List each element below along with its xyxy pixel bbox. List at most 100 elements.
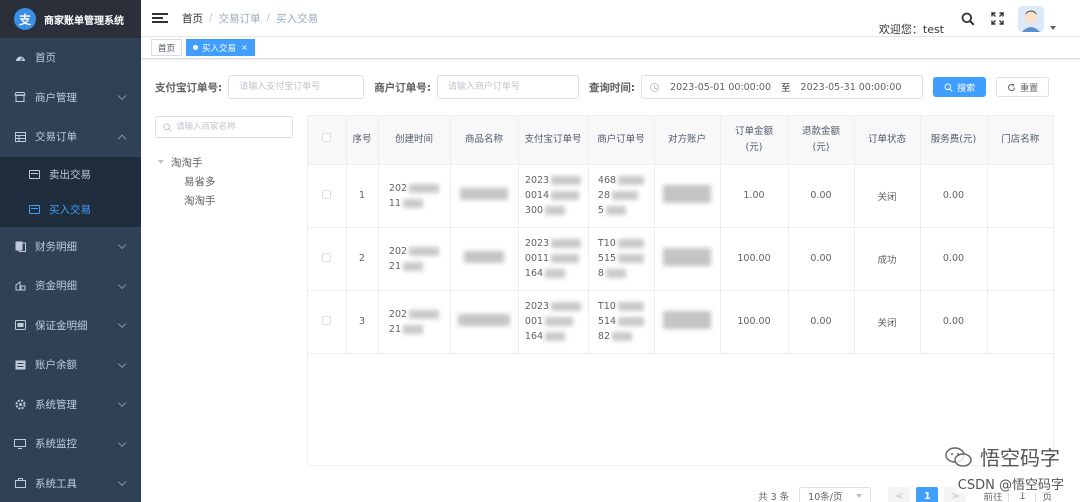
header-select-all[interactable] (308, 116, 347, 165)
checkbox[interactable] (322, 189, 332, 199)
redacted-text (409, 246, 440, 256)
submenu-trade-orders: 卖出交易 买入交易 (0, 156, 141, 227)
cell-order-amount: 1.00 (720, 164, 789, 228)
page-number[interactable]: 1 (916, 487, 939, 502)
sidebar-item-merchant[interactable]: 商户管理 (0, 78, 141, 118)
cell-order-status: 成功 (854, 227, 921, 291)
redacted-text (551, 239, 582, 248)
balance-icon (14, 359, 26, 371)
orders-table: 序号 创建时间 商品名称 支付宝订单号 商户订单号 对方账户 订单金额 (元) … (307, 115, 1054, 466)
tree-node-child[interactable]: 易省多 (158, 173, 216, 189)
row-checkbox-cell[interactable] (308, 290, 347, 354)
sidebar-item-deposit[interactable]: 保证金明细 (0, 306, 141, 346)
merchant-search-box[interactable] (155, 116, 293, 138)
range-separator: 至 (781, 83, 791, 94)
breadcrumb-buy-trade: 买入交易 (276, 12, 319, 25)
checkbox[interactable] (322, 315, 332, 325)
chevron-down-icon (117, 91, 127, 101)
checkbox[interactable] (322, 252, 332, 262)
breadcrumb: 首页 / 交易订单 / 买入交易 (182, 11, 318, 26)
monitor-icon (14, 438, 26, 450)
redacted-text (409, 183, 440, 193)
sidebar-item-trade-orders[interactable]: 交易订单 (0, 117, 141, 157)
search-icon[interactable] (960, 11, 976, 27)
sidebar-item-buy-trade[interactable]: 买入交易 (0, 192, 141, 227)
merchant-order-input[interactable] (436, 75, 579, 99)
column-header: 退款金额 (元) (788, 116, 855, 165)
redacted-text (551, 254, 580, 263)
cell-index: 1 (346, 164, 379, 228)
sidebar-item-finance[interactable]: 财务明细 (0, 227, 141, 267)
redacted-text (403, 198, 424, 208)
row-checkbox-cell[interactable] (308, 227, 347, 291)
caret-down-icon[interactable] (158, 160, 164, 164)
tag-home[interactable]: 首页 (151, 39, 183, 56)
row-checkbox-cell[interactable] (308, 164, 347, 228)
table-row[interactable]: 3 202 21 2023 001 164 T10 514 82 100.00 0.00 关闭 0.00 (308, 290, 1053, 354)
merchant-search-input[interactable] (176, 122, 286, 132)
start-date[interactable]: 2023-05-01 00:00:00 (670, 82, 771, 93)
cell-counterparty-account (654, 290, 721, 354)
cell-index: 3 (346, 290, 379, 354)
sidebar-item-balance[interactable]: 账户余额 (0, 345, 141, 385)
chevron-down-icon (117, 359, 127, 368)
watermark-text: 悟空码字 (980, 446, 1060, 470)
tree-node-root[interactable]: 淘淘手 (158, 154, 216, 170)
column-header: 商品名称 (450, 116, 519, 165)
finance-icon (14, 240, 26, 252)
redacted-text (545, 317, 574, 326)
redacted-text (663, 185, 711, 203)
sidebar-item-system-admin[interactable]: 系统管理 (0, 385, 141, 425)
wechat-watermark: 悟空码字 (944, 442, 1060, 471)
page-size-select[interactable]: 10条/页 (799, 487, 872, 502)
alipay-logo-icon: 支 (14, 8, 36, 30)
fullscreen-icon[interactable] (989, 11, 1005, 27)
cell-alipay-order-no: 2023 0011 164 (518, 227, 589, 291)
search-button[interactable]: 搜索 (933, 77, 987, 97)
column-header: 订单状态 (854, 116, 921, 165)
table-row[interactable]: 1 202 11 2023 0014 300 468 28 5 1.00 0.00 关闭 0.00 (308, 164, 1053, 228)
cell-merchant-order-no: 468 28 5 (588, 164, 655, 228)
user-avatar[interactable] (1018, 5, 1044, 32)
sidebar-item-system-monitor[interactable]: 系统监控 (0, 424, 141, 464)
sidebar-item-home[interactable]: 首页 (0, 38, 141, 78)
table-icon (14, 131, 26, 143)
redacted-text (605, 206, 626, 215)
redacted-text (545, 269, 566, 278)
app-logo[interactable]: 支 商家账单管理系统 (0, 0, 141, 38)
prev-page-button[interactable]: < (888, 487, 911, 502)
sidebar-item-sell-trade[interactable]: 卖出交易 (0, 157, 141, 192)
cell-product-name (450, 164, 519, 228)
redacted-text (545, 206, 566, 215)
redacted-text (618, 254, 645, 263)
table-row[interactable]: 2 202 21 2023 0011 164 T10 515 8 100.00 0.00 成功 0.00 (308, 227, 1053, 291)
tree-node-child[interactable]: 淘淘手 (158, 192, 216, 208)
date-range-picker[interactable]: 2023-05-01 00:00:00 至 2023-05-31 00:00:0… (641, 75, 924, 99)
cell-order-status: 关闭 (854, 290, 921, 354)
caret-down-icon[interactable] (1050, 25, 1056, 30)
sidebar-item-funds[interactable]: 资金明细 (0, 266, 141, 306)
reset-button[interactable]: 重置 (996, 77, 1050, 97)
tag-buy-trade[interactable]: 买入交易 × (186, 39, 255, 56)
cell-refund-amount: 0.00 (788, 290, 855, 354)
hamburger-menu-icon[interactable] (152, 11, 168, 26)
cell-product-name (450, 290, 519, 354)
cell-merchant-order-no: T10 514 82 (588, 290, 655, 354)
redacted-text (460, 188, 508, 200)
welcome-text: 欢迎您：test (878, 22, 944, 36)
search-form: 支付宝订单号: 商户订单号: 查询时间: 2023-05-01 00:00:00… (155, 75, 1050, 99)
cell-store-name (987, 290, 1053, 354)
calendar-icon (29, 204, 40, 214)
table-header-row: 序号 创建时间 商品名称 支付宝订单号 商户订单号 对方账户 订单金额 (元) … (308, 116, 1053, 165)
sidebar-item-system-tools[interactable]: 系统工具 (0, 464, 141, 502)
alipay-order-input[interactable] (228, 75, 365, 99)
breadcrumb-separator: / (209, 12, 213, 24)
wechat-logo-icon (945, 446, 972, 467)
checkbox[interactable] (322, 132, 332, 142)
redacted-text (663, 248, 711, 266)
close-icon[interactable]: × (241, 43, 248, 52)
chevron-down-icon (117, 438, 127, 447)
end-date[interactable]: 2023-05-31 00:00:00 (801, 82, 902, 93)
redacted-text (551, 302, 582, 311)
breadcrumb-home[interactable]: 首页 (182, 11, 203, 26)
